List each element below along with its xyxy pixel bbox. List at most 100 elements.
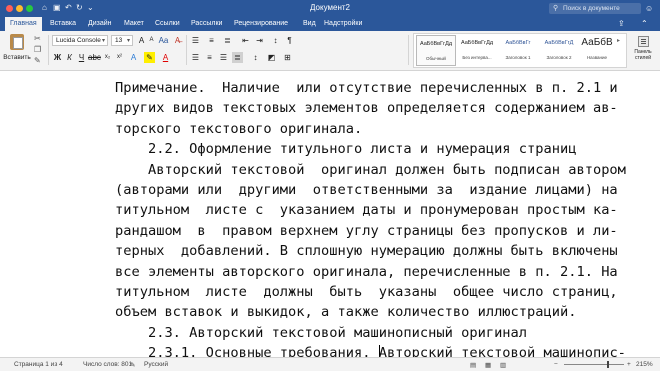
text-effects-icon[interactable]: A xyxy=(128,52,139,63)
sort-icon[interactable]: ↕ xyxy=(270,35,281,46)
font-name-dropdown[interactable]: Lucida Console ▾ xyxy=(52,35,108,46)
shading-icon[interactable]: ◩ xyxy=(266,52,277,63)
search-input[interactable]: ⚲ Поиск в документе xyxy=(549,3,641,14)
underline-button[interactable]: Ч xyxy=(76,52,87,63)
search-placeholder: Поиск в документе xyxy=(563,5,620,12)
document-line: титульном листе должны быть указаны обще… xyxy=(115,283,618,300)
show-marks-icon[interactable]: ¶ xyxy=(284,35,295,46)
style-caption: Без интерва... xyxy=(462,55,492,60)
change-case-button[interactable]: Aa xyxy=(158,35,169,46)
style-no-spacing[interactable]: АаБбВвГгДд Без интерва... xyxy=(457,35,497,66)
strikethrough-button[interactable]: abc xyxy=(88,52,101,63)
language[interactable]: Русский xyxy=(144,361,168,368)
paste-button[interactable]: Вставить xyxy=(3,33,31,67)
highlight-icon[interactable]: ✎ xyxy=(144,52,155,63)
style-caption: Заголовок 2 xyxy=(546,55,572,60)
paste-label: Вставить xyxy=(3,54,31,61)
tab-view[interactable]: Вид xyxy=(298,17,321,31)
read-mode-icon[interactable]: ▥ xyxy=(500,361,506,369)
styles-pane-button[interactable]: Панель стилей xyxy=(628,36,658,61)
align-center-icon[interactable]: ≡ xyxy=(204,52,215,63)
tab-references[interactable]: Ссылки xyxy=(150,17,185,31)
cut-icon[interactable]: ✂ xyxy=(34,34,41,43)
clear-formatting-icon[interactable]: A̶ xyxy=(172,35,183,46)
justify-icon[interactable]: ≣ xyxy=(232,52,243,63)
collapse-ribbon-icon[interactable]: ⌃ xyxy=(641,19,648,28)
style-caption: Заголовок 1 xyxy=(505,55,531,60)
divider xyxy=(186,35,187,65)
style-caption: Обычный xyxy=(426,56,446,61)
document-line: терных добавлений. В сплошную нумерацию … xyxy=(115,243,618,260)
style-heading-2[interactable]: АаБбВвГгД Заголовок 2 xyxy=(539,35,579,66)
document-body[interactable]: Примечание. Наличие или отсутствие переч… xyxy=(115,78,626,357)
search-icon: ⚲ xyxy=(553,5,559,12)
superscript-button[interactable]: x² xyxy=(114,52,125,63)
bold-button[interactable]: Ж xyxy=(52,52,63,63)
align-left-icon[interactable]: ☰ xyxy=(190,52,201,63)
tab-design[interactable]: Дизайн xyxy=(83,17,117,31)
document-line: объем вставок и выкидок, а также количес… xyxy=(115,304,577,321)
tab-mailings[interactable]: Рассылки xyxy=(186,17,227,31)
format-painter-icon[interactable]: ✎ xyxy=(34,56,41,65)
document-line: 2.2. Оформление титульного листа и нумер… xyxy=(115,141,577,158)
zoom-out-icon[interactable]: − xyxy=(554,361,558,368)
decrease-indent-icon[interactable]: ⇤ xyxy=(240,35,251,46)
line-text-after-cursor: Авторский текстовой машинопис- xyxy=(378,345,626,357)
bullets-icon[interactable]: ☰ xyxy=(190,35,201,46)
web-layout-icon[interactable]: ▦ xyxy=(485,361,491,369)
document-line-with-cursor: 2.3.1. Основные требования. Авторский те… xyxy=(115,343,626,357)
font-size-dropdown[interactable]: 13 ▾ xyxy=(111,35,133,46)
divider xyxy=(48,35,49,65)
shrink-font-button[interactable]: A xyxy=(146,35,157,46)
word-count[interactable]: Число слов: 801 xyxy=(83,361,132,368)
style-sample: АаБбВвГгДд xyxy=(419,41,453,47)
share-icon[interactable]: ⇪ xyxy=(618,19,625,28)
profile-icon[interactable]: ☺ xyxy=(645,4,653,13)
document-line: 2.3. Авторский текстовой машинописный ор… xyxy=(115,324,528,341)
clipboard-icon xyxy=(10,34,24,50)
zoom-slider-thumb[interactable] xyxy=(607,361,610,368)
zoom-level[interactable]: 215% xyxy=(636,361,653,368)
font-color-icon[interactable]: A xyxy=(160,52,171,63)
italic-button[interactable]: К xyxy=(64,52,75,63)
style-heading-1[interactable]: АаБбВвГг Заголовок 1 xyxy=(498,35,538,66)
tab-insert[interactable]: Вставка xyxy=(45,17,81,31)
style-normal[interactable]: АаБбВвГгДд Обычный xyxy=(416,35,456,66)
style-sample: АаБбВвГг xyxy=(505,40,531,46)
title-bar: ⌂ ▣ ↶ ↻ ⌄ Документ2 ⚲ Поиск в документе … xyxy=(0,0,660,17)
copy-icon[interactable]: ❐ xyxy=(34,45,41,54)
document-line: титульном листе с указанием даты и прону… xyxy=(115,202,618,219)
zoom-in-icon[interactable]: + xyxy=(627,361,631,368)
document-line: Авторский текстовой оригинал должен быть… xyxy=(115,161,626,178)
style-sample: АаБбВ xyxy=(581,37,613,48)
chevron-right-icon[interactable]: ▸ xyxy=(617,37,620,44)
align-right-icon[interactable]: ☰ xyxy=(218,52,229,63)
chevron-down-icon: ▾ xyxy=(126,38,130,44)
document-canvas[interactable]: Примечание. Наличие или отсутствие переч… xyxy=(0,71,660,357)
line-spacing-icon[interactable]: ↕ xyxy=(250,52,261,63)
divider xyxy=(408,35,409,65)
style-title[interactable]: АаБбВ Название xyxy=(577,35,617,66)
borders-icon[interactable]: ⊞ xyxy=(282,52,293,63)
zoom-slider[interactable] xyxy=(564,361,624,368)
document-line: рандашом в правом верхнем углу страницы … xyxy=(115,222,618,239)
increase-indent-icon[interactable]: ⇥ xyxy=(254,35,265,46)
document-line: (авторами или другими ответственными за … xyxy=(115,181,618,198)
tab-review[interactable]: Рецензирование xyxy=(229,17,293,31)
document-line: все элементы авторского оригинала, переч… xyxy=(115,263,618,280)
proofing-icon[interactable]: ✎ xyxy=(130,361,135,369)
document-line: торского текстового оригинала. xyxy=(115,120,363,137)
tab-home[interactable]: Главная xyxy=(5,17,42,31)
subscript-button[interactable]: x₂ xyxy=(102,52,113,63)
chevron-down-icon: ▾ xyxy=(101,38,105,44)
styles-pane-label: Панель стилей xyxy=(634,49,652,61)
multilevel-list-icon[interactable]: ≣ xyxy=(222,35,233,46)
tab-layout[interactable]: Макет xyxy=(119,17,149,31)
page-count[interactable]: Страница 1 из 4 xyxy=(14,361,63,368)
document-line: других видов текстовых элементов определ… xyxy=(115,100,618,117)
styles-pane-icon xyxy=(637,36,649,47)
ribbon: Вставить ✂ ❐ ✎ Lucida Console ▾ 13 ▾ A A… xyxy=(0,31,660,71)
tab-addins[interactable]: Надстройки xyxy=(319,17,367,31)
numbering-icon[interactable]: ≡ xyxy=(206,35,217,46)
print-layout-icon[interactable]: ▤ xyxy=(470,361,476,369)
